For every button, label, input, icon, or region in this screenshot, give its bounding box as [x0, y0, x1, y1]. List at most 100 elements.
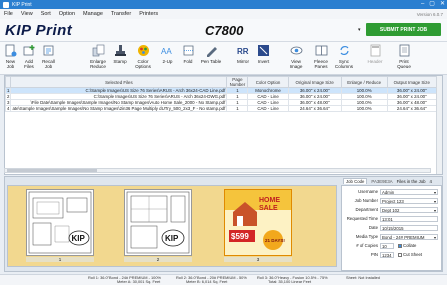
printer-model: C7800: [205, 23, 244, 38]
menu-file[interactable]: File: [4, 11, 13, 17]
color-option-cell[interactable]: CAD - Line: [247, 105, 289, 112]
menu-transfer[interactable]: Transfer: [111, 11, 131, 17]
date-label: Date: [368, 225, 378, 230]
stamp-button[interactable]: Stamp: [112, 44, 128, 64]
cut-sheet-checkbox[interactable]: Cut Sheet: [398, 252, 422, 257]
pen-table-button[interactable]: Pen Table: [200, 44, 222, 64]
brand-bar: KIP Print C7800 ▾ SUBMIT PRINT JOB: [0, 19, 447, 42]
menu-printers[interactable]: Printers: [139, 11, 158, 17]
view-image-icon: [290, 46, 302, 55]
submit-print-job-button[interactable]: SUBMIT PRINT JOB: [366, 23, 441, 36]
chevron-down-icon[interactable]: ▾: [434, 199, 436, 204]
sync-columns-button[interactable]: Sync Columns: [334, 44, 354, 69]
svg-text:KIP: KIP: [165, 234, 179, 243]
username-row: Username Admin ▾: [342, 188, 443, 195]
menu-option[interactable]: Option: [59, 11, 75, 17]
cut-sheet-check-icon: [398, 252, 402, 257]
sheet-status: Sheet: Not Installed: [346, 275, 380, 280]
column-header-selected-files[interactable]: Selected Files: [10, 76, 228, 88]
add-files-button[interactable]: Add Files: [20, 44, 38, 69]
department-field[interactable]: Dept 102 ▾: [380, 206, 438, 213]
fleece-panes-button[interactable]: Fleece Panes: [312, 44, 330, 69]
chevron-down-icon[interactable]: ▾: [358, 27, 361, 33]
preview-number-3: 3: [224, 257, 292, 262]
window-title: KIP Print: [12, 1, 32, 8]
menu-sort[interactable]: Sort: [41, 11, 51, 17]
enlarge-reduce-cell[interactable]: 100.0%: [340, 105, 388, 112]
print-queue-button[interactable]: Print Queue: [396, 44, 412, 69]
scrollbar-thumb[interactable]: [7, 169, 97, 172]
file-path-cell: \File Date\Sample Images\Sample Images\N…: [10, 99, 228, 106]
table-vertical-scrollbar[interactable]: [436, 76, 442, 174]
mirror-icon: RR: [237, 47, 249, 56]
copies-field[interactable]: 10: [380, 242, 394, 249]
recall-job-icon: [43, 45, 54, 56]
date-row: Date 10/15/2015: [342, 224, 443, 231]
collate-checkbox[interactable]: Collate: [398, 243, 416, 248]
close-button[interactable]: ✕: [440, 1, 445, 8]
recall-job-button[interactable]: Recall Job: [39, 44, 58, 69]
chevron-down-icon[interactable]: ▾: [434, 190, 436, 195]
media-type-select[interactable]: Bond - 24# PREMIUM ▾: [380, 233, 438, 240]
color-options-button[interactable]: Color Options: [132, 44, 154, 69]
add-files-icon: [23, 45, 34, 56]
drawing-preview-image: KIP: [126, 191, 190, 254]
job-number-field[interactable]: Project 123 ▾: [380, 197, 438, 204]
files-count: 4: [429, 178, 432, 184]
preview-thumbnail-3[interactable]: HOME SALE $599 21 DAYS!: [224, 189, 292, 256]
total-status: Total: 35,100 Linear Feet: [268, 279, 312, 284]
requested-time-field[interactable]: 13:01: [380, 215, 438, 222]
copies-label: # of Copies: [356, 243, 378, 248]
enlarge-reduce-button[interactable]: Enlarge Reduce: [87, 44, 109, 69]
column-header-output-size[interactable]: Output Image Size: [386, 76, 438, 88]
original-size-cell: 24.64" x 36.64": [287, 105, 342, 112]
chevron-down-icon[interactable]: ▾: [434, 235, 436, 240]
requested-time-row: Requested Time 13:01: [342, 215, 443, 222]
menu-view[interactable]: View: [21, 11, 33, 17]
job-code-value: PA3E9E3A: [371, 178, 393, 184]
tab-files-in-job[interactable]: Files in the Job: [397, 179, 426, 184]
view-image-button[interactable]: View Image: [285, 44, 307, 69]
home-sale-poster-image: HOME SALE $599 21 DAYS!: [225, 190, 291, 255]
invert-button[interactable]: Invert: [256, 44, 271, 64]
svg-text:KIP: KIP: [72, 234, 86, 243]
username-field[interactable]: Admin ▾: [380, 188, 438, 195]
new-job-button[interactable]: New Job: [2, 44, 19, 69]
pin-label: PIN: [370, 252, 378, 257]
department-row: Department Dept 102 ▾: [342, 206, 443, 213]
table-row[interactable]: 4 ate\Sample Images\Sample Images\No Sta…: [4, 105, 438, 112]
file-path-cell: ate\Sample Images\Sample Images\No Stamp…: [10, 105, 228, 112]
output-size-cell: 24.64" x 36.64": [386, 105, 438, 112]
tab-job-code[interactable]: Job Code: [343, 178, 368, 184]
fold-button[interactable]: Fold: [181, 44, 195, 64]
pin-field[interactable]: 1234: [380, 251, 394, 258]
meter-a-status: Meter A: 30,001 Sq. Feet: [117, 279, 161, 284]
fold-icon: [183, 45, 193, 56]
poster-price-text: $599: [231, 232, 249, 241]
column-header-page-number[interactable]: Page Number: [226, 76, 249, 88]
two-up-button[interactable]: AA 2-Up: [160, 44, 175, 64]
svg-text:AA: AA: [161, 47, 172, 56]
maximize-button[interactable]: ▢: [429, 1, 435, 8]
job-file-table: Selected Files Page Number Color Option …: [4, 76, 438, 112]
invert-icon: [258, 45, 269, 56]
job-info-tabs: Job Code PA3E9E3A Files in the Job 4: [341, 177, 443, 185]
title-bar: KIP Print – ▢ ✕: [0, 0, 447, 9]
enlarge-reduce-icon: [92, 44, 104, 57]
chevron-down-icon[interactable]: ▾: [434, 208, 436, 213]
column-header-color-option[interactable]: Color Option: [247, 76, 289, 88]
table-horizontal-scrollbar[interactable]: [4, 168, 431, 173]
mirror-button[interactable]: RR Mirror: [235, 44, 251, 64]
poster-home-text: HOME: [259, 197, 280, 204]
pin-row: PIN 1234 Cut Sheet: [342, 251, 443, 258]
preview-thumbnail-2[interactable]: KIP: [124, 189, 192, 256]
preview-thumbnail-1[interactable]: KIP: [26, 189, 94, 256]
fleece-panes-icon: [315, 45, 327, 56]
menu-manage[interactable]: Manage: [83, 11, 103, 17]
minimize-button[interactable]: –: [421, 1, 424, 8]
header-button[interactable]: Header: [367, 44, 383, 64]
column-header-enlarge-reduce[interactable]: Enlarge / Reduce: [340, 76, 388, 88]
date-field[interactable]: 10/15/2015: [380, 224, 438, 231]
column-header-original-size[interactable]: Original Image Size: [287, 76, 342, 88]
requested-time-label: Requested Time: [346, 216, 378, 221]
